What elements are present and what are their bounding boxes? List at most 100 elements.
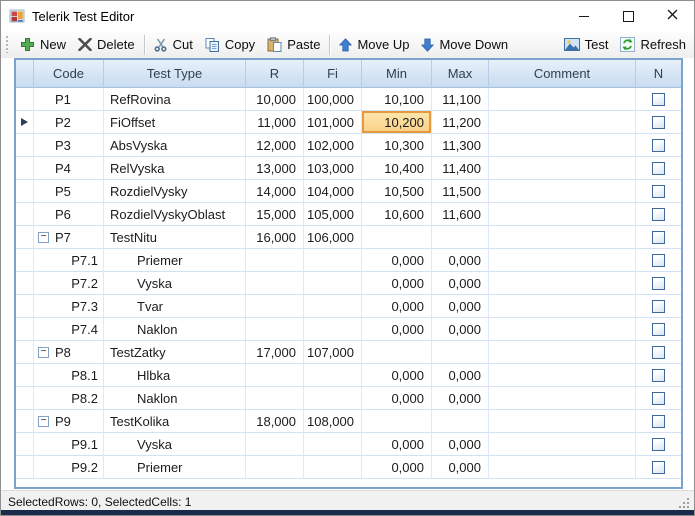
cell-n[interactable] [636,226,681,249]
cell-test-type[interactable]: Priemer [104,249,246,272]
cell-code[interactable]: − P8 [34,341,104,364]
cell-code[interactable]: P7.4 [34,318,104,341]
cell-r[interactable] [246,433,304,456]
cell-r[interactable]: 13,000 [246,157,304,180]
cell-max[interactable]: 0,000 [432,295,489,318]
cell-test-type[interactable]: TestZatky [104,341,246,364]
cell-code[interactable]: P4 [34,157,104,180]
table-row-P8[interactable]: − P8 TestZatky 17,000 107,000 [16,341,681,364]
cell-n[interactable] [636,111,681,134]
n-checkbox[interactable] [652,460,665,474]
cell-n[interactable] [636,272,681,295]
row-indicator-cell[interactable] [16,134,34,157]
cell-max[interactable]: 11,300 [432,134,489,157]
collapse-minus-icon[interactable]: − [38,346,49,358]
resize-grip-icon[interactable] [687,506,689,508]
cell-r[interactable] [246,272,304,295]
row-indicator-cell[interactable] [16,387,34,410]
cell-min[interactable]: 10,300 [362,134,432,157]
cell-n[interactable] [636,157,681,180]
cell-comment[interactable] [489,226,636,249]
row-indicator-cell[interactable] [16,295,34,318]
cell-comment[interactable] [489,134,636,157]
cell-code[interactable]: P9.2 [34,456,104,479]
cell-code[interactable]: P2 [34,111,104,134]
table-row-P3[interactable]: P3 AbsVyska 12,000 102,000 10,300 11,300 [16,134,681,157]
cell-min[interactable]: 10,400 [362,157,432,180]
cell-comment[interactable] [489,318,636,341]
n-checkbox[interactable] [652,414,665,428]
row-indicator-cell[interactable] [16,249,34,272]
cell-min[interactable]: 0,000 [362,318,432,341]
cell-test-type[interactable]: Priemer [104,456,246,479]
row-indicator-cell[interactable] [16,111,34,134]
row-indicator-cell[interactable] [16,318,34,341]
move-up-button[interactable]: Move Up [333,33,415,56]
table-row-P9.2[interactable]: P9.2 Priemer 0,000 0,000 [16,456,681,479]
close-button[interactable] [650,1,694,31]
cell-fi[interactable] [304,387,362,410]
cell-test-type[interactable]: Hlbka [104,364,246,387]
cell-comment[interactable] [489,180,636,203]
n-checkbox[interactable] [652,184,665,198]
cell-comment[interactable] [489,249,636,272]
n-checkbox[interactable] [652,230,665,244]
cell-r[interactable] [246,249,304,272]
cell-max[interactable]: 11,500 [432,180,489,203]
cell-fi[interactable] [304,433,362,456]
cell-max[interactable]: 0,000 [432,318,489,341]
column-header-test-type[interactable]: Test Type [104,60,246,88]
cell-test-type[interactable]: AbsVyska [104,134,246,157]
cell-code[interactable]: P9.1 [34,433,104,456]
n-checkbox[interactable] [652,138,665,152]
cell-fi[interactable]: 100,000 [304,88,362,111]
cell-code[interactable]: P3 [34,134,104,157]
cell-max[interactable]: 0,000 [432,456,489,479]
cell-n[interactable] [636,249,681,272]
cell-test-type[interactable]: TestNitu [104,226,246,249]
cell-max[interactable]: 0,000 [432,249,489,272]
cell-fi[interactable] [304,456,362,479]
table-row-P9[interactable]: − P9 TestKolika 18,000 108,000 [16,410,681,433]
row-indicator-cell[interactable] [16,88,34,111]
table-row-P4[interactable]: P4 RelVyska 13,000 103,000 10,400 11,400 [16,157,681,180]
table-row-P8.2[interactable]: P8.2 Naklon 0,000 0,000 [16,387,681,410]
n-checkbox[interactable] [652,299,665,313]
row-indicator-cell[interactable] [16,456,34,479]
column-header-max[interactable]: Max [432,60,489,88]
cell-fi[interactable]: 106,000 [304,226,362,249]
cell-comment[interactable] [489,387,636,410]
cell-code[interactable]: P1 [34,88,104,111]
cell-r[interactable]: 12,000 [246,134,304,157]
cell-min[interactable]: 0,000 [362,295,432,318]
cell-code[interactable]: P5 [34,180,104,203]
cell-min[interactable]: 10,500 [362,180,432,203]
cell-fi[interactable]: 103,000 [304,157,362,180]
cell-n[interactable] [636,134,681,157]
refresh-button[interactable]: Refresh [614,33,692,56]
row-indicator-cell[interactable] [16,272,34,295]
row-indicator-cell[interactable] [16,157,34,180]
test-button[interactable]: Test [558,33,615,56]
column-header-min[interactable]: Min [362,60,432,88]
cell-code[interactable]: P7.1 [34,249,104,272]
cell-min[interactable]: 10,100 [362,88,432,111]
cell-fi[interactable] [304,318,362,341]
cell-comment[interactable] [489,203,636,226]
cell-fi[interactable] [304,364,362,387]
cell-max[interactable] [432,410,489,433]
cell-comment[interactable] [489,364,636,387]
cell-min[interactable]: 0,000 [362,272,432,295]
table-row-P7.3[interactable]: P7.3 Tvar 0,000 0,000 [16,295,681,318]
cell-r[interactable] [246,318,304,341]
n-checkbox[interactable] [652,276,665,290]
cell-min[interactable]: 0,000 [362,387,432,410]
row-indicator-cell[interactable] [16,364,34,387]
cell-fi[interactable]: 104,000 [304,180,362,203]
table-row-P5[interactable]: P5 RozdielVysky 14,000 104,000 10,500 11,500 [16,180,681,203]
cell-test-type[interactable]: RozdielVyskyOblast [104,203,246,226]
cell-comment[interactable] [489,272,636,295]
cell-max[interactable]: 11,600 [432,203,489,226]
cell-fi[interactable] [304,295,362,318]
maximize-button[interactable] [606,1,650,31]
